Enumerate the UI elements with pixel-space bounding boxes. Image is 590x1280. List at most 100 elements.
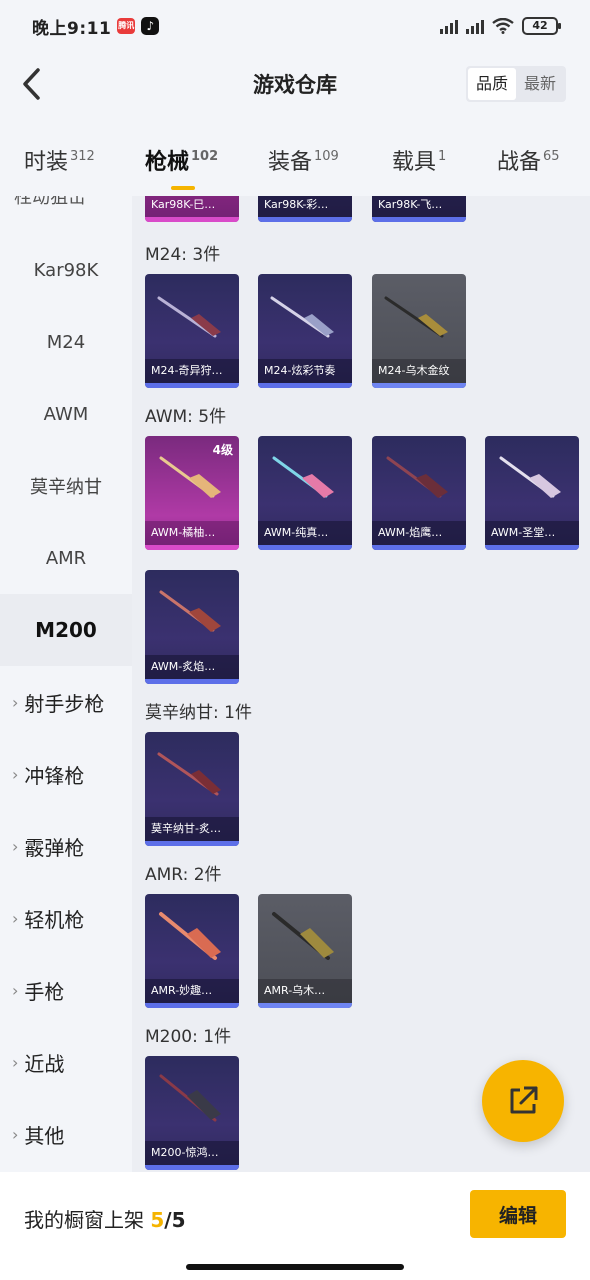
sniper-rifle-icon bbox=[270, 296, 334, 338]
chevron-right-icon: › bbox=[12, 836, 19, 856]
showcase-count: 5 bbox=[150, 1208, 165, 1232]
chevron-right-icon: › bbox=[12, 980, 19, 1000]
sidebar-group-shotgun[interactable]: › 霰弹枪 bbox=[0, 810, 132, 882]
skin-card[interactable]: M24-炫彩节奏 bbox=[258, 274, 352, 388]
skin-name: Kar98K-巳… bbox=[145, 196, 239, 217]
sidebar-group-smg[interactable]: › 冲锋枪 bbox=[0, 738, 132, 810]
sidebar-item-amr[interactable]: AMR bbox=[0, 522, 132, 594]
tab-vehicles[interactable]: 载具 1 bbox=[392, 144, 446, 176]
sniper-rifle-icon bbox=[386, 456, 448, 498]
sidebar-group-lmg[interactable]: › 轻机枪 bbox=[0, 882, 132, 954]
tab-label: 战备 bbox=[497, 150, 542, 175]
sidebar-item-label: Kar98K bbox=[33, 259, 99, 281]
share-button[interactable] bbox=[482, 1060, 564, 1142]
back-button[interactable] bbox=[14, 66, 50, 102]
sidebar-group-marksman[interactable]: › 射手步枪 bbox=[0, 666, 132, 738]
sidebar-item-awm[interactable]: AWM bbox=[0, 378, 132, 450]
sniper-rifle-icon bbox=[159, 590, 221, 632]
skin-card[interactable]: AWM-圣堂… bbox=[485, 436, 579, 550]
category-tabs: 时装 312 枪械 102 装备 109 载具 1 战备 65 bbox=[0, 130, 590, 196]
status-indicators: 42 bbox=[440, 17, 561, 35]
skin-card[interactable]: AWM-纯真… bbox=[258, 436, 352, 550]
sidebar-group-melee[interactable]: › 近战 bbox=[0, 1026, 132, 1098]
wifi-icon bbox=[492, 18, 514, 34]
sidebar-item-label: M24 bbox=[46, 331, 86, 353]
chevron-right-icon: › bbox=[12, 692, 19, 712]
chevron-right-icon: › bbox=[12, 1052, 19, 1072]
sidebar-item-label: 冲锋枪 bbox=[24, 763, 85, 788]
skin-card[interactable]: M24-乌木金纹 bbox=[372, 274, 466, 388]
chevron-right-icon: › bbox=[12, 908, 19, 928]
sniper-rifle-icon bbox=[159, 456, 221, 498]
sidebar-item-mosin[interactable]: 莫辛纳甘 bbox=[0, 450, 132, 522]
tab-guns[interactable]: 枪械 102 bbox=[145, 144, 218, 190]
section-title: AWM: 5件 bbox=[145, 407, 227, 427]
skin-card[interactable]: 莫辛纳甘-炙… bbox=[145, 732, 239, 846]
sort-option-latest[interactable]: 最新 bbox=[516, 68, 564, 100]
sidebar: 栓动狙击 Kar98K M24 AWM 莫辛纳甘 AMR M200 › 射手步枪… bbox=[0, 196, 132, 1172]
sort-toggle[interactable]: 品质 最新 bbox=[465, 66, 566, 102]
skin-name: Kar98K-飞… bbox=[372, 196, 466, 217]
skin-name: 莫辛纳甘-炙… bbox=[145, 817, 239, 841]
sidebar-item-label: 手枪 bbox=[24, 979, 65, 1004]
showcase-total: /5 bbox=[164, 1208, 186, 1232]
page-title: 游戏仓库 bbox=[253, 73, 337, 97]
tab-tactical[interactable]: 战备 65 bbox=[497, 144, 560, 176]
sidebar-item-label: AMR bbox=[45, 547, 87, 569]
skin-name: M24-炫彩节奏 bbox=[258, 359, 352, 383]
skin-name: M24-奇异狩… bbox=[145, 359, 239, 383]
skin-name: AWM-橘柚… bbox=[145, 521, 239, 545]
tab-count: 312 bbox=[70, 149, 95, 164]
nav-header: 游戏仓库 品质 最新 bbox=[0, 52, 590, 116]
sidebar-item-m200[interactable]: M200 bbox=[0, 594, 132, 666]
sidebar-item-m24[interactable]: M24 bbox=[0, 306, 132, 378]
skin-name: M200-惊鸿… bbox=[145, 1141, 239, 1165]
skin-card[interactable]: AWM-炙焰… bbox=[145, 570, 239, 684]
skin-name: AWM-焰鹰… bbox=[372, 521, 466, 545]
skin-card[interactable]: AMR-妙趣… bbox=[145, 894, 239, 1008]
sidebar-group-pistol[interactable]: › 手枪 bbox=[0, 954, 132, 1026]
skin-name: AWM-圣堂… bbox=[485, 521, 579, 545]
signal-2-icon bbox=[466, 18, 484, 34]
battery-icon: 42 bbox=[522, 17, 561, 35]
chevron-left-icon bbox=[23, 68, 40, 100]
tiktok-icon: ♪ bbox=[141, 17, 160, 35]
showcase-status: 我的橱窗上架 5/5 bbox=[24, 1204, 186, 1233]
tab-count: 65 bbox=[543, 149, 560, 164]
signal-1-icon bbox=[440, 18, 458, 34]
chevron-right-icon: › bbox=[12, 1124, 19, 1144]
status-time: 晚上9:11 bbox=[32, 18, 112, 39]
sidebar-group-other[interactable]: › 其他 bbox=[0, 1098, 132, 1170]
sidebar-item-label: 栓动狙击 bbox=[14, 196, 86, 208]
chevron-right-icon: › bbox=[12, 764, 19, 784]
skin-card[interactable]: Kar98K-巳… bbox=[145, 196, 239, 222]
edit-button[interactable]: 编辑 bbox=[470, 1190, 566, 1238]
tab-label: 装备 bbox=[268, 150, 313, 175]
skin-name: AWM-纯真… bbox=[258, 521, 352, 545]
skin-card[interactable]: Kar98K-飞… bbox=[372, 196, 466, 222]
sidebar-item-kar98k[interactable]: Kar98K bbox=[0, 234, 132, 306]
skin-card[interactable]: AWM-焰鹰… bbox=[372, 436, 466, 550]
tab-fashion[interactable]: 时装 312 bbox=[24, 144, 95, 176]
sidebar-item-label: AWM bbox=[43, 403, 89, 425]
sidebar-item-bolt-action[interactable]: 栓动狙击 bbox=[0, 196, 132, 216]
skin-card[interactable]: Kar98K-彩… bbox=[258, 196, 352, 222]
skin-card[interactable]: 4级 AWM-橘柚… bbox=[145, 436, 239, 550]
skin-card[interactable]: M200-惊鸿… bbox=[145, 1056, 239, 1170]
sniper-rifle-icon bbox=[384, 296, 448, 338]
sniper-rifle-icon bbox=[272, 456, 334, 498]
sort-option-quality[interactable]: 品质 bbox=[467, 68, 516, 100]
sniper-rifle-icon bbox=[157, 752, 221, 796]
tab-equipment[interactable]: 装备 109 bbox=[268, 144, 339, 176]
status-bar: 晚上9:11 腾讯 ♪ 42 bbox=[0, 0, 590, 52]
share-icon bbox=[510, 1086, 538, 1114]
sidebar-item-label: 莫辛纳甘 bbox=[30, 477, 102, 498]
section-title: 莫辛纳甘: 1件 bbox=[145, 703, 252, 723]
home-indicator[interactable] bbox=[186, 1264, 404, 1270]
sidebar-item-label: 轻机枪 bbox=[24, 907, 85, 932]
skin-card[interactable]: AMR-乌木… bbox=[258, 894, 352, 1008]
sniper-rifle-icon bbox=[499, 456, 561, 498]
section-title: AMR: 2件 bbox=[145, 865, 222, 885]
tab-label: 枪械 bbox=[145, 150, 190, 175]
skin-card[interactable]: M24-奇异狩… bbox=[145, 274, 239, 388]
